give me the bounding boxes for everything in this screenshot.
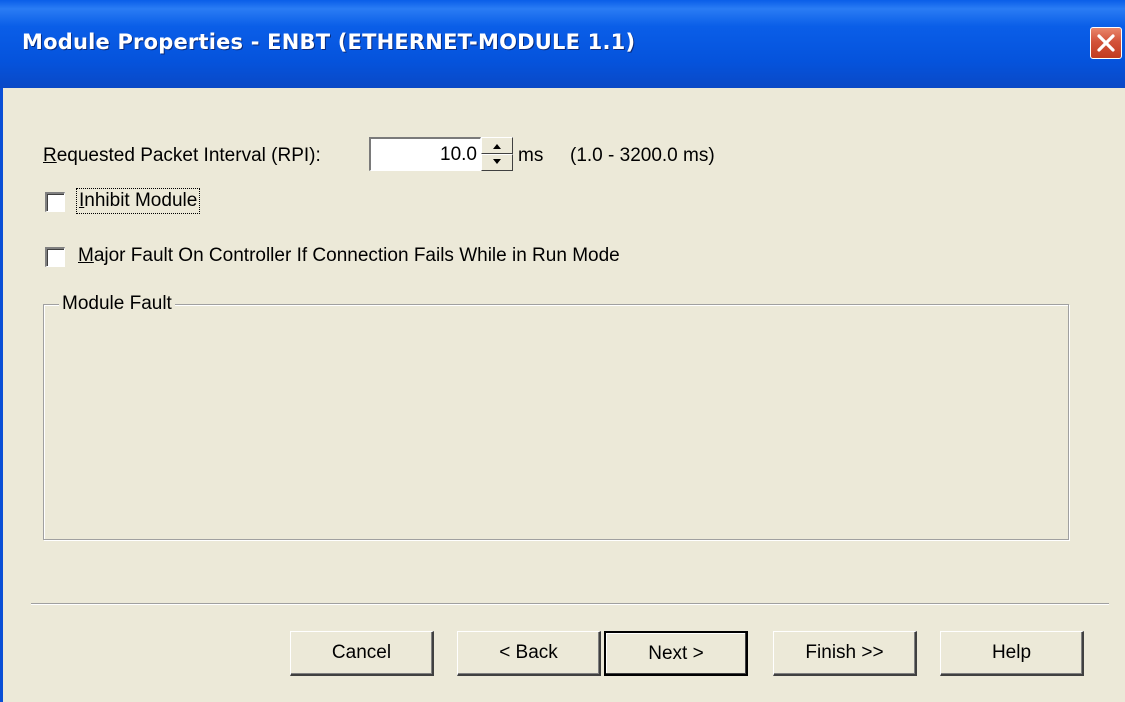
spin-down-button[interactable]	[481, 154, 513, 171]
rpi-label-mnemonic: R	[43, 145, 57, 166]
rpi-unit: ms	[518, 145, 544, 166]
inhibit-module-label[interactable]: Inhibit Module	[75, 188, 201, 214]
cancel-button[interactable]: Cancel	[290, 631, 434, 676]
inhibit-module-checkbox[interactable]	[45, 192, 65, 212]
help-button[interactable]: Help	[940, 631, 1084, 676]
module-properties-dialog: Module Properties - ENBT (ETHERNET-MODUL…	[0, 0, 1125, 702]
window-title: Module Properties - ENBT (ETHERNET-MODUL…	[22, 30, 636, 54]
close-button[interactable]	[1090, 27, 1122, 59]
rpi-range: (1.0 - 3200.0 ms)	[570, 145, 715, 166]
rpi-input[interactable]	[369, 137, 481, 171]
spin-up-button[interactable]	[481, 137, 513, 154]
next-button[interactable]: Next >	[604, 631, 748, 676]
back-button[interactable]: < Back	[457, 631, 601, 676]
major-fault-label[interactable]: Major Fault On Controller If Connection …	[78, 245, 620, 267]
rpi-spinner[interactable]	[481, 137, 513, 171]
arrow-up-icon	[493, 144, 501, 149]
major-fault-checkbox[interactable]	[45, 247, 65, 267]
module-fault-group: Module Fault	[43, 293, 1069, 540]
major-fault-label-text: ajor Fault On Controller If Connection F…	[93, 245, 620, 266]
close-icon	[1097, 34, 1115, 52]
major-fault-label-mnemonic: M	[78, 245, 94, 266]
module-fault-legend: Module Fault	[59, 293, 175, 315]
finish-button[interactable]: Finish >>	[773, 631, 917, 676]
rpi-label-text: equested Packet Interval (RPI):	[56, 145, 321, 166]
button-separator	[31, 603, 1109, 605]
window-frame-left	[0, 88, 3, 702]
title-bar[interactable]: Module Properties - ENBT (ETHERNET-MODUL…	[0, 0, 1125, 88]
rpi-label: Requested Packet Interval (RPI):	[43, 145, 321, 167]
arrow-down-icon	[493, 159, 501, 164]
inhibit-label-text: nhibit Module	[84, 190, 198, 211]
